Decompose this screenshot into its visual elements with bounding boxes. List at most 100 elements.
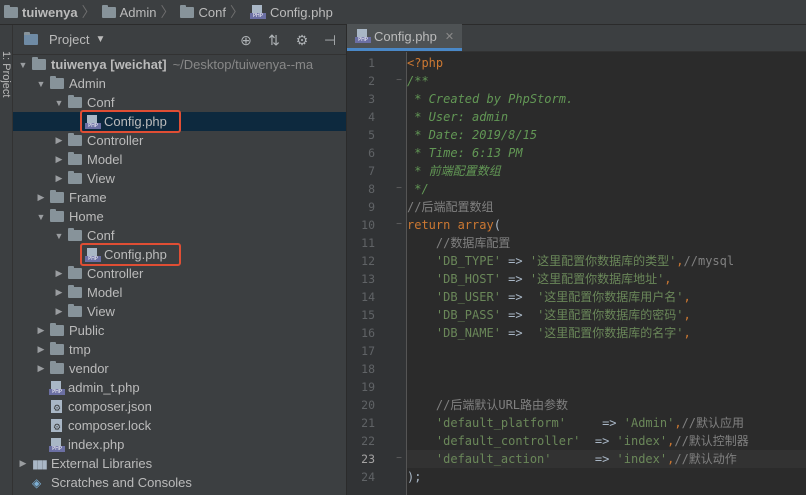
tree-item-view[interactable]: ▶ View xyxy=(13,302,346,321)
project-tool-button[interactable]: 1: Project xyxy=(0,51,12,111)
code-text: 'default_action' => 'index',//默认动作 xyxy=(435,452,737,466)
breadcrumb-item[interactable]: PHP Config.php xyxy=(248,0,333,25)
code-text: * Created by PhpStorm. xyxy=(407,92,574,106)
code-line: * Time: 6:13 PM xyxy=(407,144,806,162)
chevron-right-icon[interactable]: ▶ xyxy=(53,135,65,146)
chevron-down-icon[interactable]: ▼ xyxy=(35,212,47,222)
line-number: 2 xyxy=(368,74,375,88)
hide-icon[interactable]: ⊣ xyxy=(322,32,338,49)
line-number: 18 xyxy=(361,362,375,376)
tree-item-external-libraries[interactable]: ▶ ▮▮▮ External Libraries xyxy=(13,454,346,473)
tree-item-composer-lock[interactable]: ⚙ composer.lock xyxy=(13,416,346,435)
folder-icon xyxy=(4,4,18,18)
collapse-icon[interactable]: ⇅ xyxy=(266,32,282,49)
tree-item-conf[interactable]: ▼ Conf xyxy=(13,93,346,112)
tree-item-model[interactable]: ▶ Model xyxy=(13,283,346,302)
tree-item-label: Home xyxy=(69,209,104,224)
gear-icon[interactable]: ⚙ xyxy=(294,32,310,49)
chevron-right-icon[interactable]: ▶ xyxy=(53,306,65,317)
chevron-down-icon[interactable]: ▼ xyxy=(95,34,105,45)
tree-item-label: Model xyxy=(87,285,123,300)
tree-item-home[interactable]: ▼ Home xyxy=(13,207,346,226)
tree-item-label: composer.lock xyxy=(68,418,152,433)
tree-item-controller[interactable]: ▶ Controller xyxy=(13,264,346,283)
code-text: ); xyxy=(407,470,422,484)
tree-item-label: View xyxy=(87,171,115,186)
folder-icon xyxy=(68,285,82,298)
tool-window-stripe: 1: Project xyxy=(0,25,13,495)
tab-label: Config.php xyxy=(374,28,437,44)
folder-icon xyxy=(68,228,82,241)
chevron-right-icon[interactable]: ▶ xyxy=(53,154,65,165)
breadcrumb-item[interactable]: Admin xyxy=(100,0,157,25)
tree-item-vendor[interactable]: ▶ vendor xyxy=(13,359,346,378)
chevron-right-icon[interactable]: ▶ xyxy=(35,344,47,355)
fold-marker-icon[interactable]: − xyxy=(395,180,403,198)
tree-item-model[interactable]: ▶ Model xyxy=(13,150,346,169)
tree-item-tuiwenya-weichat[interactable]: ▼ tuiwenya [weichat] ~/Desktop/tuiwenya--m… xyxy=(13,55,346,74)
line-number: 5 xyxy=(368,128,375,142)
line-number: 8 xyxy=(368,182,375,196)
project-view-selector[interactable]: Project xyxy=(49,32,89,47)
navigation-bar: tuiwenya 〉 Admin 〉 Conf 〉 PHP Config.php xyxy=(0,0,806,25)
line-number: 16 xyxy=(361,326,375,340)
tree-item-label: View xyxy=(87,304,115,319)
tree-item-conf[interactable]: ▼ Conf xyxy=(13,226,346,245)
folder-icon xyxy=(68,171,82,184)
tree-item-tmp[interactable]: ▶ tmp xyxy=(13,340,346,359)
crosshair-icon[interactable]: ⊕ xyxy=(238,32,254,49)
folder-icon xyxy=(180,4,195,18)
code-line: * Date: 2019/8/15 xyxy=(407,126,806,144)
folder-icon xyxy=(68,95,82,108)
tree-item-index-php[interactable]: PHP index.php xyxy=(13,435,346,454)
tree-item-label: Public xyxy=(69,323,105,338)
tree-item-label: Controller xyxy=(87,266,144,281)
chevron-right-icon[interactable]: ▶ xyxy=(17,458,29,469)
chevron-right-icon[interactable]: ▶ xyxy=(35,192,47,203)
tree-item-controller[interactable]: ▶ Controller xyxy=(13,131,346,150)
chevron-right-icon[interactable]: ▶ xyxy=(53,173,65,184)
config-file-icon: ⚙ xyxy=(50,418,64,433)
folder-icon xyxy=(68,266,82,279)
breadcrumb-item[interactable]: Conf xyxy=(178,0,226,25)
chevron-right-icon[interactable]: ▶ xyxy=(35,363,47,374)
tree-item-composer-json[interactable]: ⚙ composer.json xyxy=(13,397,346,416)
tree-item-label: vendor xyxy=(69,361,109,376)
tree-item-config-php[interactable]: PHP Config.php xyxy=(13,245,346,264)
code-line: //后端配置数组 xyxy=(407,198,806,216)
chevron-right-icon[interactable]: ▶ xyxy=(35,325,47,336)
fold-marker-icon[interactable]: − xyxy=(395,72,403,90)
tree-item-scratches-and-consoles[interactable]: ◈ Scratches and Consoles xyxy=(13,473,346,492)
fold-marker-icon[interactable]: − xyxy=(395,450,403,468)
chevron-down-icon[interactable]: ▼ xyxy=(17,60,29,70)
code-line: 'DB_PASS' => '这里配置你数据库的密码', xyxy=(407,306,806,324)
line-number: 11 xyxy=(361,236,375,250)
line-number: 3 xyxy=(368,92,375,106)
line-number: 10 xyxy=(361,218,375,232)
tree-item-admin-t-php[interactable]: PHP admin_t.php xyxy=(13,378,346,397)
chevron-down-icon[interactable]: ▼ xyxy=(35,79,47,89)
chevron-right-icon[interactable]: ▶ xyxy=(53,268,65,279)
breadcrumb-label: Admin xyxy=(119,4,157,20)
code-line: 'DB_TYPE' => '这里配置你数据库的类型',//mysql xyxy=(407,252,806,270)
fold-marker-icon[interactable]: − xyxy=(395,216,403,234)
breadcrumb-item[interactable]: tuiwenya xyxy=(2,0,78,25)
tree-item-frame[interactable]: ▶ Frame xyxy=(13,188,346,207)
breadcrumb-label: Conf xyxy=(198,4,226,20)
close-icon[interactable]: ✕ xyxy=(445,30,454,43)
chevron-right-icon[interactable]: ▶ xyxy=(53,287,65,298)
php-file-icon: PHP xyxy=(249,5,266,19)
tree-item-public[interactable]: ▶ Public xyxy=(13,321,346,340)
tab-config-php[interactable]: PHP Config.php ✕ xyxy=(347,24,463,51)
tree-item-admin[interactable]: ▼ Admin xyxy=(13,74,346,93)
code-area[interactable]: <?php /** * Created by PhpStorm. * User: … xyxy=(407,52,806,495)
folder-icon xyxy=(50,76,64,89)
tree-item-label: Model xyxy=(87,152,123,167)
chevron-down-icon[interactable]: ▼ xyxy=(53,98,65,108)
line-number: 15 xyxy=(361,308,375,322)
tree-item-view[interactable]: ▶ View xyxy=(13,169,346,188)
tree-item-config-php[interactable]: PHP Config.php xyxy=(13,112,346,131)
chevron-down-icon[interactable]: ▼ xyxy=(53,231,65,241)
